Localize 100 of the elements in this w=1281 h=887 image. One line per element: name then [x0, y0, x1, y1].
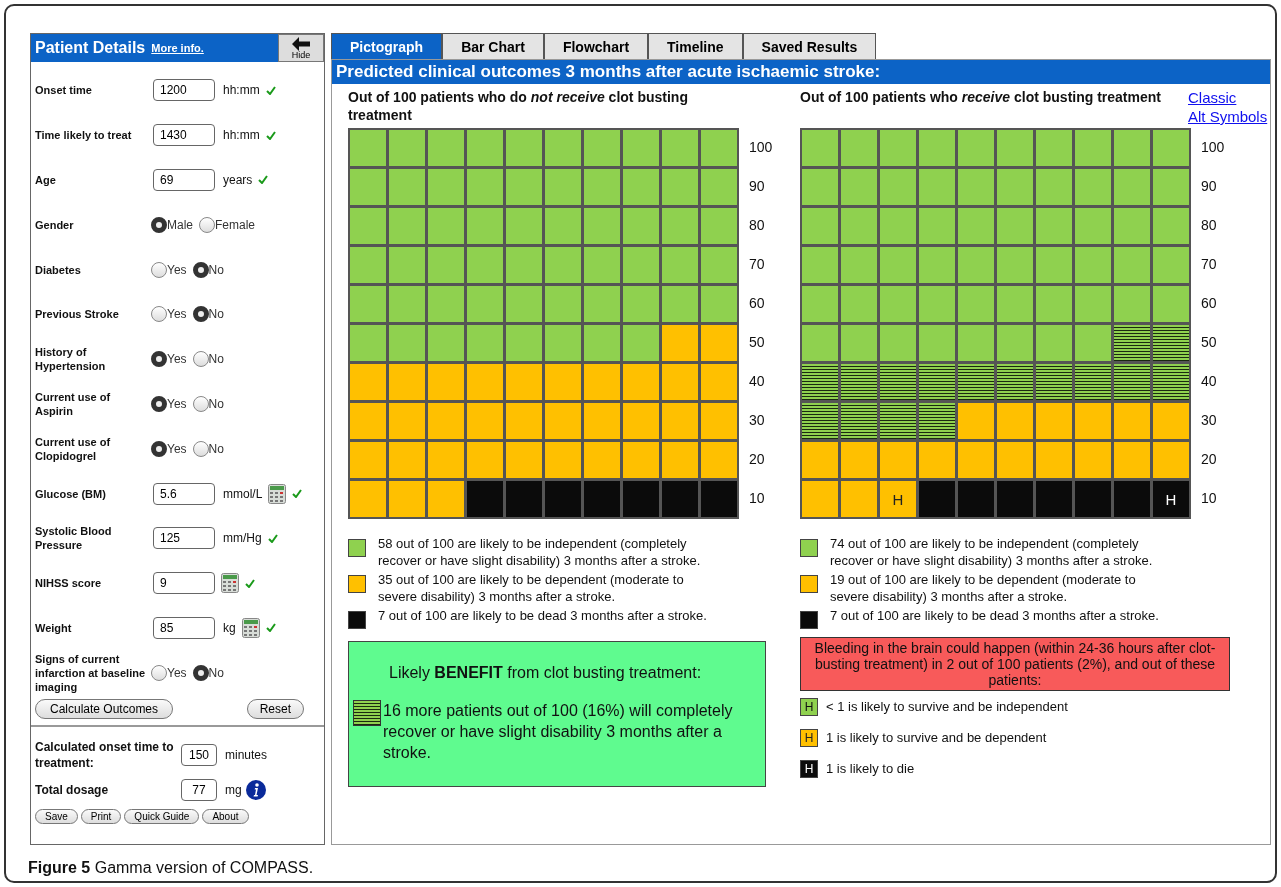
- pictograph-cell: [467, 364, 503, 400]
- pictograph-cell: [1036, 208, 1072, 244]
- pictograph-cell: [841, 130, 877, 166]
- input-field[interactable]: 85: [153, 616, 215, 639]
- pictograph-cell: [350, 442, 386, 478]
- pictograph-cell: [701, 169, 737, 205]
- radio-button[interactable]: [199, 216, 215, 233]
- pictograph-cell: [623, 364, 659, 400]
- pictograph-cell: [1114, 130, 1150, 166]
- symbol-link[interactable]: Alt Symbols: [1188, 107, 1268, 126]
- input-field[interactable]: 69: [153, 169, 215, 191]
- more-info-link[interactable]: More info.: [151, 42, 204, 54]
- bleeding-warning: Bleeding in the brain could happen (within 24-36 hours after clot-busting treatment) in 2 out of 100 patients (2%), and out of these patients:: [800, 637, 1230, 691]
- pictograph-cell: [997, 403, 1033, 439]
- row-label: 60: [749, 294, 766, 313]
- pictograph-cell: [997, 481, 1033, 517]
- radio-button[interactable]: [151, 306, 167, 323]
- pictograph-cell: [1075, 364, 1111, 400]
- input-field[interactable]: 1200: [153, 79, 215, 102]
- tab[interactable]: Bar Chart: [442, 33, 544, 59]
- footer-button[interactable]: Save: [35, 809, 78, 825]
- radio-button[interactable]: [151, 351, 167, 368]
- legend-swatch: [800, 539, 818, 557]
- pictograph-cell: [623, 130, 659, 166]
- pictograph-cell: [545, 286, 581, 322]
- radio-button[interactable]: [151, 395, 167, 412]
- tab[interactable]: Flowchart: [543, 33, 649, 59]
- pictograph-cell: [1114, 169, 1150, 205]
- pictograph-cell: [467, 130, 503, 166]
- action-button[interactable]: Reset: [246, 699, 304, 720]
- radio-button[interactable]: [151, 216, 167, 233]
- result-field[interactable]: 150: [181, 744, 217, 767]
- pictograph-cell: [389, 130, 425, 166]
- radio-button[interactable]: [192, 306, 209, 323]
- radio-button[interactable]: [192, 395, 209, 412]
- radio-button[interactable]: [151, 664, 167, 681]
- pictograph-cell: [467, 442, 503, 478]
- radio-label: Yes: [167, 352, 187, 367]
- pictograph-cell: [997, 364, 1033, 400]
- footer-button[interactable]: About: [202, 809, 249, 825]
- footer-button[interactable]: Quick Guide: [124, 809, 200, 825]
- symbol-link[interactable]: Classic: [1188, 88, 1268, 107]
- radio-button[interactable]: [192, 440, 209, 457]
- legend-text: 7 out of 100 are likely to be dead 3 months after a stroke.: [378, 607, 708, 624]
- pictograph-cell: [1075, 169, 1111, 205]
- pictograph-cell: [1153, 208, 1189, 244]
- pictograph-cell: [1153, 364, 1189, 400]
- figure-caption: Figure 5 Gamma version of COMPASS.: [28, 859, 315, 877]
- pictograph-cell: [584, 481, 620, 517]
- field-label: NIHSS score: [35, 576, 103, 591]
- benefit-title: Likely BENEFIT from clot busting treatment:: [388, 663, 703, 682]
- radio-label: No: [208, 307, 224, 322]
- hide-button[interactable]: Hide: [278, 34, 324, 62]
- pictograph-cell: [1114, 286, 1150, 322]
- footer-button[interactable]: Print: [80, 809, 122, 825]
- pictograph-cell: [1114, 364, 1150, 400]
- radio-label: Female: [215, 217, 256, 232]
- pictograph-cell: [662, 364, 698, 400]
- unit-label: kg: [223, 620, 236, 635]
- info-icon[interactable]: [245, 780, 266, 801]
- input-field[interactable]: 125: [153, 527, 215, 550]
- pictograph-cell: [623, 403, 659, 439]
- pictograph-cell: [506, 247, 542, 283]
- legend-swatch: [800, 611, 818, 629]
- pictograph-cell: [1153, 247, 1189, 283]
- row-label: 100: [749, 138, 773, 157]
- radio-button[interactable]: [192, 351, 209, 368]
- pictograph-cell: [584, 130, 620, 166]
- calculator-icon[interactable]: [221, 573, 239, 594]
- pictograph-cell: [1075, 208, 1111, 244]
- field-label: Weight: [35, 620, 73, 635]
- pictograph-cell: [1036, 130, 1072, 166]
- pictograph-cell: [506, 481, 542, 517]
- radio-button[interactable]: [151, 440, 167, 457]
- pictograph-cell: [997, 442, 1033, 478]
- result-field[interactable]: 77: [181, 779, 217, 802]
- pictograph-cell: [802, 481, 838, 517]
- pictograph-cell: [350, 247, 386, 283]
- action-button[interactable]: Calculate Outcomes: [35, 699, 174, 720]
- pictograph-cell: [958, 169, 994, 205]
- tab[interactable]: Pictograph: [331, 33, 443, 59]
- input-field[interactable]: 5.6: [153, 482, 215, 505]
- calculator-icon[interactable]: [241, 617, 260, 638]
- pictograph-cell: [467, 247, 503, 283]
- radio-button[interactable]: [192, 664, 209, 681]
- pictograph-cell: [350, 325, 386, 361]
- tab[interactable]: Timeline: [648, 33, 743, 59]
- tab[interactable]: Saved Results: [742, 33, 877, 59]
- radio-button[interactable]: [151, 261, 167, 278]
- input-field[interactable]: 9: [153, 572, 215, 595]
- radio-button[interactable]: [192, 261, 209, 278]
- pictograph-cell: [467, 286, 503, 322]
- pictograph-cell: [1036, 286, 1072, 322]
- pictograph-cell: [701, 130, 737, 166]
- calculator-icon[interactable]: [268, 483, 287, 504]
- row-label: 90: [1201, 177, 1218, 196]
- pictograph-cell: [623, 247, 659, 283]
- pictograph-cell: [841, 286, 877, 322]
- pictograph-cell: [701, 208, 737, 244]
- input-field[interactable]: 1430: [153, 124, 215, 147]
